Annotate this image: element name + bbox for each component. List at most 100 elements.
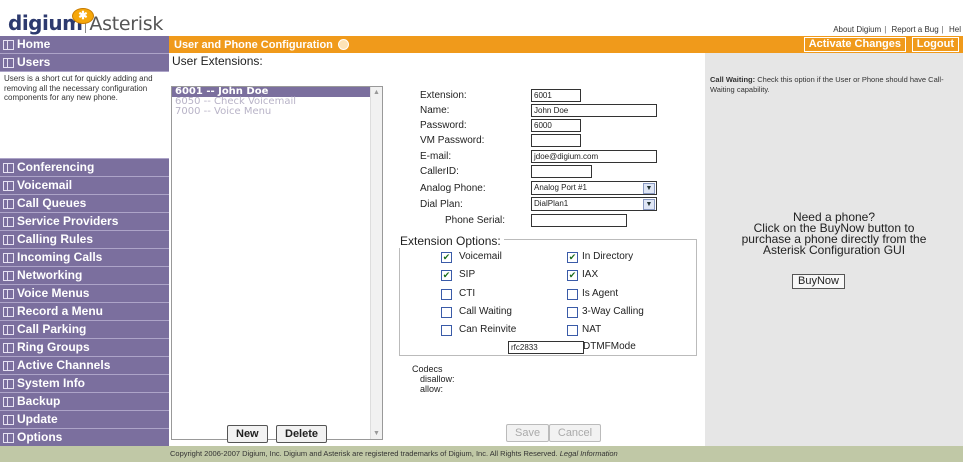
panel-icon xyxy=(3,306,14,317)
buy-phone-promo: Need a phone? Click on the BuyNow button… xyxy=(705,211,963,257)
codecs-disallow-label: disallow: xyxy=(420,374,455,384)
sip-checkbox[interactable]: ✔ xyxy=(441,270,452,281)
new-button[interactable]: New xyxy=(227,425,268,443)
header: ✱ digium Asterisk About Digium | Report a… xyxy=(0,0,963,36)
iax-checkbox[interactable]: ✔ xyxy=(567,270,578,281)
sidebar-item-active-channels[interactable]: Active Channels xyxy=(0,357,169,375)
copyright-text: Copyright 2006-2007 Digium, Inc. Digium … xyxy=(170,449,618,458)
callerid-field[interactable] xyxy=(531,165,592,178)
legal-information-link[interactable]: Legal Information xyxy=(560,449,618,458)
sidebar-item-networking[interactable]: Networking xyxy=(0,267,169,285)
logout-button[interactable]: Logout xyxy=(911,37,959,52)
cti-label: CTI xyxy=(459,288,476,299)
scroll-down-icon[interactable]: ▼ xyxy=(372,429,381,438)
sidebar-item-incoming-calls[interactable]: Incoming Calls xyxy=(0,249,169,267)
sidebar-item-voicemail[interactable]: Voicemail xyxy=(0,177,169,195)
chevron-down-icon[interactable]: ▼ xyxy=(643,199,655,210)
panel-icon xyxy=(3,198,14,209)
dial-plan-select[interactable]: DialPlan1 ▼ xyxy=(531,197,657,211)
delete-button[interactable]: Delete xyxy=(276,425,328,443)
sidebar-item-update[interactable]: Update xyxy=(0,411,169,429)
footer: Copyright 2006-2007 Digium, Inc. Digium … xyxy=(0,446,963,462)
sidebar-item-system-info[interactable]: System Info xyxy=(0,375,169,393)
list-scrollbar[interactable]: ▲ ▼ xyxy=(370,87,382,439)
codecs-section: Codecs disallow: allow: xyxy=(412,364,455,394)
activate-changes-button[interactable]: Activate Changes xyxy=(803,37,906,52)
panel-icon xyxy=(3,396,14,407)
email-label: E-mail: xyxy=(420,151,452,162)
in-directory-checkbox[interactable]: ✔ xyxy=(567,252,578,263)
voicemail-checkbox[interactable]: ✔ xyxy=(441,252,452,263)
is-agent-label: Is Agent xyxy=(582,288,619,299)
name-field[interactable]: John Doe xyxy=(531,104,657,117)
extension-label: Extension: xyxy=(420,90,467,101)
can-reinvite-checkbox[interactable] xyxy=(441,325,452,336)
panel-icon xyxy=(3,342,14,353)
extension-field[interactable]: 6001 xyxy=(531,89,581,102)
callerid-label: CallerID: xyxy=(420,166,459,177)
user-extensions-label: User Extensions: xyxy=(172,54,263,68)
vm-password-field[interactable] xyxy=(531,134,581,147)
link-report-bug[interactable]: Report a Bug xyxy=(892,25,939,34)
sidebar-item-call-queues[interactable]: Call Queues xyxy=(0,195,169,213)
dial-plan-label: Dial Plan: xyxy=(420,199,463,210)
sip-label: SIP xyxy=(459,269,476,280)
sidebar-item-home[interactable]: Home xyxy=(0,36,169,54)
nat-checkbox[interactable] xyxy=(567,325,578,336)
scroll-up-icon[interactable]: ▲ xyxy=(372,88,381,97)
name-label: Name: xyxy=(420,105,450,116)
analog-phone-label: Analog Phone: xyxy=(420,183,486,194)
save-button[interactable]: Save xyxy=(506,424,550,442)
panel-icon xyxy=(3,39,14,50)
panel-icon xyxy=(3,180,14,191)
panel-icon xyxy=(3,162,14,173)
extension-options-title: Extension Options: xyxy=(397,234,504,248)
panel-icon xyxy=(3,288,14,299)
call-waiting-label: Call Waiting xyxy=(459,306,512,317)
buynow-button[interactable]: BuyNow xyxy=(792,274,845,289)
sidebar-item-record-a-menu[interactable]: Record a Menu xyxy=(0,303,169,321)
cancel-button[interactable]: Cancel xyxy=(549,424,601,442)
chevron-down-icon[interactable]: ▼ xyxy=(643,183,655,194)
sidebar-item-calling-rules[interactable]: Calling Rules xyxy=(0,231,169,249)
dtmf-mode-label: DTMFMode xyxy=(583,341,636,352)
page-title: User and Phone Configuration xyxy=(174,38,333,51)
three-way-calling-label: 3-Way Calling xyxy=(582,306,644,317)
phone-serial-field[interactable] xyxy=(531,214,627,227)
link-help[interactable]: Hel xyxy=(949,25,961,34)
list-item[interactable]: 7000 -- Voice Menu xyxy=(172,107,382,117)
link-about-digium[interactable]: About Digium xyxy=(833,25,881,34)
cti-checkbox[interactable] xyxy=(441,289,452,300)
panel-icon xyxy=(3,234,14,245)
codecs-title: Codecs xyxy=(412,364,443,374)
main-content: User Extensions: 6001 -- John Doe 6050 -… xyxy=(169,53,705,446)
sidebar-item-backup[interactable]: Backup xyxy=(0,393,169,411)
sidebar-item-service-providers[interactable]: Service Providers xyxy=(0,213,169,231)
top-links: About Digium | Report a Bug | Hel xyxy=(833,25,961,34)
sidebar-item-conferencing[interactable]: Conferencing xyxy=(0,159,169,177)
sidebar: Home Users Users is a short cut for quic… xyxy=(0,36,169,447)
promo-line: Asterisk Configuration GUI xyxy=(762,243,906,257)
sidebar-item-ring-groups[interactable]: Ring Groups xyxy=(0,339,169,357)
three-way-calling-checkbox[interactable] xyxy=(567,307,578,318)
is-agent-checkbox[interactable] xyxy=(567,289,578,300)
password-field[interactable]: 6000 xyxy=(531,119,581,132)
analog-phone-select[interactable]: Analog Port #1 ▼ xyxy=(531,181,657,195)
sidebar-item-call-parking[interactable]: Call Parking xyxy=(0,321,169,339)
user-extensions-list[interactable]: 6001 -- John Doe 6050 -- Check Voicemail… xyxy=(171,86,383,440)
help-info-icon[interactable] xyxy=(337,39,349,50)
panel-icon xyxy=(3,57,14,68)
panel-icon xyxy=(3,378,14,389)
panel-icon xyxy=(3,360,14,371)
dtmf-mode-field[interactable]: rfc2833 xyxy=(508,341,584,354)
sidebar-item-options[interactable]: Options xyxy=(0,429,169,447)
sidebar-item-users[interactable]: Users xyxy=(0,54,169,72)
asterisk-star-icon: ✱ xyxy=(72,8,94,24)
digium-asterisk-logo[interactable]: ✱ digium Asterisk xyxy=(8,8,163,35)
vm-password-label: VM Password: xyxy=(420,135,485,146)
help-text: Call Waiting: Check this option if the U… xyxy=(710,75,960,95)
codecs-allow-label: allow: xyxy=(420,384,444,394)
sidebar-item-voice-menus[interactable]: Voice Menus xyxy=(0,285,169,303)
call-waiting-checkbox[interactable] xyxy=(441,307,452,318)
email-field[interactable]: jdoe@digium.com xyxy=(531,150,657,163)
